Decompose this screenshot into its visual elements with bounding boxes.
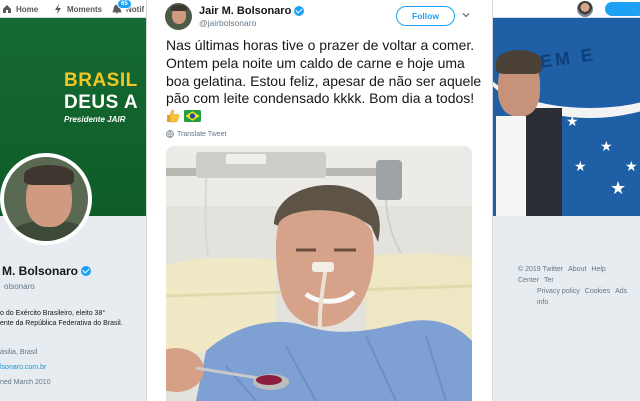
star-icon: ★ — [600, 138, 613, 154]
tweet-photo[interactable] — [166, 146, 472, 401]
tweet-button[interactable] — [605, 2, 640, 16]
verified-badge-icon — [81, 266, 92, 276]
home-icon — [3, 5, 11, 13]
nav-home[interactable]: Home — [2, 2, 38, 16]
notification-count-badge: 65 — [117, 0, 132, 9]
profile-name-text: M. Bolsonaro — [2, 264, 79, 278]
profile-avatar[interactable] — [0, 153, 92, 245]
footer-links: © 2019 Twitter About Help Center Ter Privac… — [518, 264, 640, 308]
profile-handle: olsonaro — [4, 282, 35, 291]
tweet-author-name-text: Jair M. Bolsonaro — [199, 5, 292, 17]
profile-bio-line-2: ente da República Federativa do Brasil. — [0, 320, 123, 327]
footer-link-terms[interactable]: Ter — [544, 277, 554, 284]
star-icon: ★ — [625, 158, 638, 174]
banner-headline-1: BRASIL — [64, 70, 138, 91]
nav-moments-label: Moments — [67, 4, 103, 14]
tweet-author-avatar[interactable] — [165, 3, 192, 30]
profile-location: ásilia, Brasil — [0, 349, 38, 356]
banner-person-photo — [490, 48, 562, 216]
nav-avatar[interactable] — [577, 1, 593, 17]
globe-icon — [166, 130, 174, 138]
nav-home-label: Home — [16, 4, 39, 14]
profile-joined-date: ned March 2010 — [0, 379, 51, 386]
verified-badge-icon — [294, 6, 305, 16]
footer-copyright: © 2019 Twitter — [518, 266, 564, 273]
tweet-detail-card: Jair M. Bolsonaro @jairbolsonaro Follow … — [146, 0, 493, 401]
profile-bio-line-1: o do Exército Brasileiro, eleito 38° — [0, 310, 106, 317]
follow-button[interactable]: Follow — [396, 6, 455, 26]
tweet-author-handle[interactable]: @jairbolsonaro — [199, 18, 256, 28]
translate-tweet-label: Translate Tweet — [177, 130, 227, 138]
tweet-text: Nas últimas horas tive o prazer de volta… — [166, 37, 486, 126]
banner-caption: Presidente JAIR — [64, 115, 126, 124]
banner-headline-2: DEUS A — [64, 92, 139, 113]
tweet-text-body: Nas últimas horas tive o prazer de volta… — [166, 37, 482, 107]
chevron-down-icon[interactable] — [461, 10, 471, 20]
footer-link-privacy[interactable]: Privacy policy — [537, 288, 580, 295]
star-icon: ★ — [566, 113, 579, 129]
nav-moments[interactable]: Moments — [53, 2, 102, 16]
star-icon: ★ — [610, 178, 627, 198]
footer-link-cookies[interactable]: Cookies — [585, 288, 610, 295]
tweet-author-name[interactable]: Jair M. Bolsonaro — [199, 5, 305, 17]
profile-website-link[interactable]: lsonaro.com.br — [0, 364, 46, 371]
star-icon: ★ — [574, 158, 587, 174]
brazil-flag-emoji — [183, 110, 201, 123]
translate-tweet-link[interactable]: Translate Tweet — [166, 130, 226, 138]
profile-name: M. Bolsonaro — [2, 264, 92, 278]
thumbs-up-emoji — [167, 109, 180, 123]
lightning-icon — [55, 4, 61, 14]
hospital-bed-photo — [166, 146, 472, 401]
footer-link-about[interactable]: About — [568, 266, 586, 273]
